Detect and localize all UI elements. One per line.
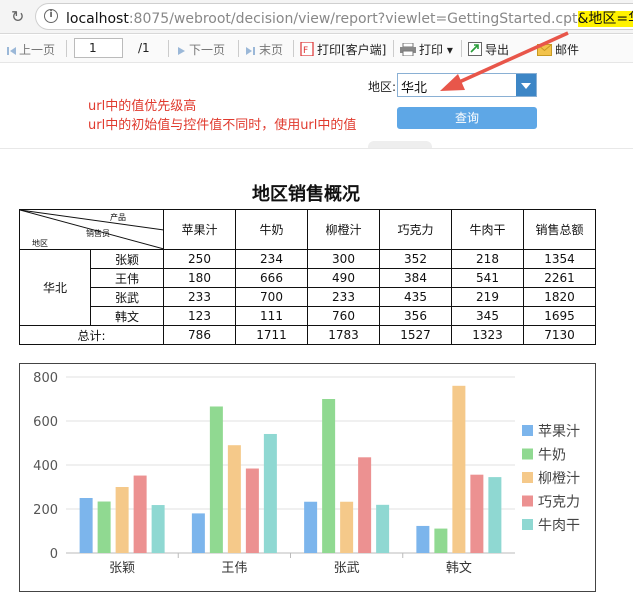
total-label: 总计: <box>19 325 164 345</box>
bar <box>245 468 259 553</box>
bar <box>376 504 390 553</box>
y-tick-label: 800 <box>33 371 58 386</box>
legend-label: 牛奶 <box>538 448 566 464</box>
bar <box>97 501 111 553</box>
salesperson-cell: 张武 <box>90 287 164 307</box>
bar <box>416 525 430 553</box>
sales-table: 产品 销售员 地区 苹果汁 牛奶 柳橙汁 巧克力 牛肉干 销售总额 华北 张颖 … <box>19 209 596 345</box>
report-title: 地区销售概况 <box>252 184 360 205</box>
legend-label: 牛肉干 <box>538 518 580 534</box>
bar <box>488 477 502 553</box>
table-cell: 234 <box>235 249 308 269</box>
table-cell: 345 <box>451 306 524 326</box>
bar <box>227 445 241 553</box>
bar <box>434 528 448 553</box>
bar <box>263 433 277 553</box>
table-cell: 233 <box>307 287 380 307</box>
total-row: 总计: 786 1711 1783 1527 1323 7130 <box>19 325 596 345</box>
table-cell: 233 <box>163 287 236 307</box>
corner-label-salesperson: 销售员 <box>86 229 110 238</box>
total-cell: 1323 <box>451 325 524 345</box>
x-tick-label: 韩文 <box>446 561 472 576</box>
table-cell: 111 <box>235 306 308 326</box>
total-cell: 1527 <box>379 325 452 345</box>
table-row: 王伟 180 666 490 384 541 2261 <box>20 268 596 288</box>
corner-label-product: 产品 <box>110 213 126 222</box>
bar-chart: 0 200 400 600 800 张颖 王伟 张武 韩文 苹果汁牛奶柳橙汁巧克力牛肉干 <box>33 371 580 576</box>
x-tick-label: 张颖 <box>109 561 135 576</box>
bar <box>191 513 205 553</box>
legend-swatch <box>522 472 533 483</box>
salesperson-cell: 王伟 <box>90 268 164 288</box>
table-row: 张武 233 700 233 435 219 1820 <box>20 287 596 307</box>
column-header: 柳橙汁 <box>307 209 380 250</box>
table-cell: 219 <box>451 287 524 307</box>
column-header: 牛肉干 <box>451 209 524 250</box>
bar <box>340 501 354 553</box>
legend-label: 苹果汁 <box>538 424 580 440</box>
column-header: 苹果汁 <box>163 209 236 250</box>
table-cell: 352 <box>379 249 452 269</box>
bar <box>452 385 466 553</box>
bar <box>79 498 93 553</box>
table-cell: 300 <box>307 249 380 269</box>
table-cell: 1695 <box>523 306 596 326</box>
salesperson-cell: 韩文 <box>90 306 164 326</box>
bar <box>304 501 318 553</box>
table-cell: 1820 <box>523 287 596 307</box>
table-row: 华北 张颖 250 234 300 352 218 1354 <box>19 249 596 326</box>
table-cell: 180 <box>163 268 236 288</box>
bar <box>470 474 484 553</box>
x-tick-label: 张武 <box>334 561 360 576</box>
total-cell: 1783 <box>307 325 380 345</box>
table-cell: 1354 <box>523 249 596 269</box>
total-cell: 1711 <box>235 325 308 345</box>
table-cell: 218 <box>451 249 524 269</box>
table-row: 韩文 123 111 760 356 345 1695 <box>20 306 596 326</box>
table-cell: 541 <box>451 268 524 288</box>
table-cell: 490 <box>307 268 380 288</box>
salesperson-cell: 张颖 <box>90 249 164 269</box>
legend-swatch <box>522 425 533 436</box>
y-tick-label: 0 <box>50 547 58 562</box>
legend-label: 柳橙汁 <box>538 470 580 487</box>
table-cell: 760 <box>307 306 380 326</box>
table-cell: 435 <box>379 287 452 307</box>
table-cell: 356 <box>379 306 452 326</box>
bar <box>115 487 129 553</box>
table-cell: 666 <box>235 268 308 288</box>
sales-chart: 0 200 400 600 800 张颖 王伟 张武 韩文 苹果汁牛奶柳橙汁巧克力牛肉干 <box>19 363 596 592</box>
legend-swatch <box>522 519 533 530</box>
table-header-row: 产品 销售员 地区 苹果汁 牛奶 柳橙汁 巧克力 牛肉干 销售总额 <box>19 209 596 250</box>
legend-swatch <box>522 448 533 460</box>
table-cell: 700 <box>235 287 308 307</box>
legend-label: 巧克力 <box>538 495 580 511</box>
annotation-arrow-icon <box>440 31 569 91</box>
column-header: 牛奶 <box>235 209 308 250</box>
legend-swatch <box>522 495 533 507</box>
bar <box>151 505 165 553</box>
table-cell: 250 <box>163 249 236 269</box>
region-cell: 华北 <box>19 249 91 326</box>
total-cell: 7130 <box>523 325 596 345</box>
bar <box>133 475 147 553</box>
table-cell: 384 <box>379 268 452 288</box>
y-tick-label: 200 <box>33 503 58 518</box>
bar <box>209 406 223 553</box>
table-cell: 2261 <box>523 268 596 288</box>
total-cell: 786 <box>163 325 236 345</box>
bar <box>358 457 372 553</box>
corner-label-region: 地区 <box>32 239 48 248</box>
y-tick-label: 400 <box>33 459 58 474</box>
column-header: 巧克力 <box>379 209 452 250</box>
y-tick-label: 600 <box>33 415 58 430</box>
column-header: 销售总额 <box>523 209 596 250</box>
bar <box>322 399 336 553</box>
table-cell: 123 <box>163 306 236 326</box>
x-tick-label: 王伟 <box>221 561 247 576</box>
table-corner-cell: 产品 销售员 地区 <box>19 209 164 250</box>
